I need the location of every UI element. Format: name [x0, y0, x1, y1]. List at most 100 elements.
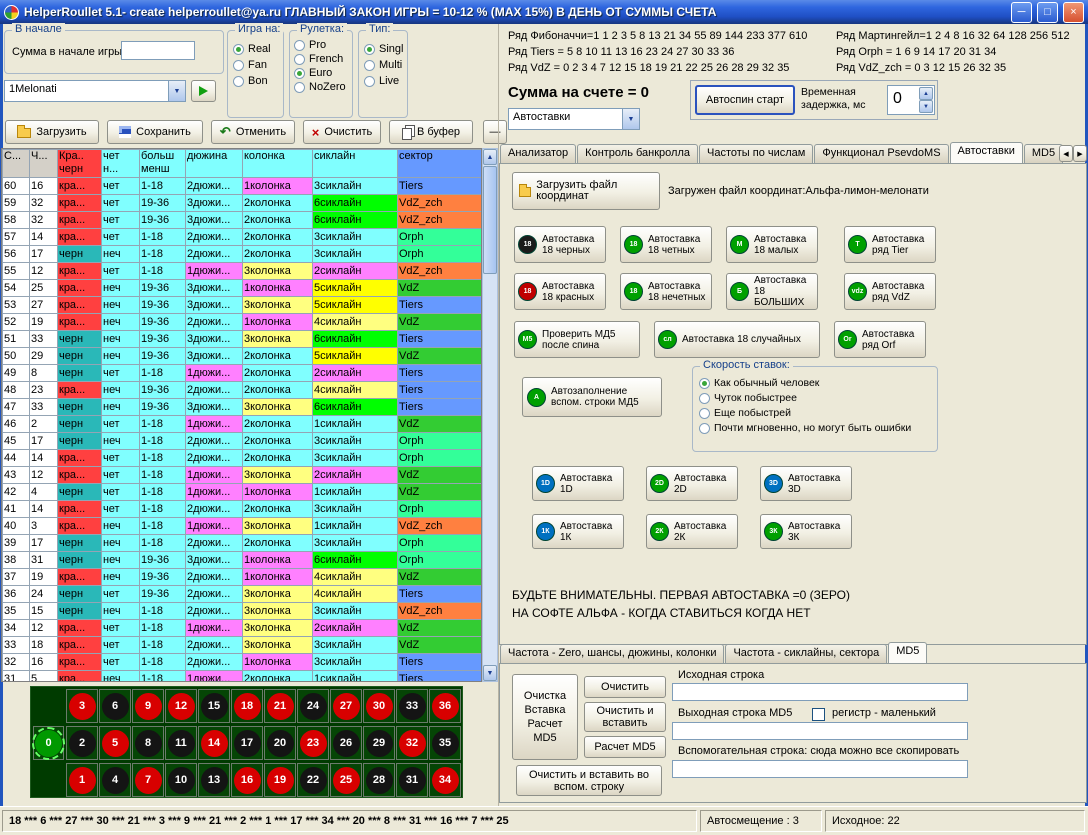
output-string-input[interactable]: [672, 722, 968, 740]
md5-calc-button[interactable]: Расчет MD5: [584, 736, 666, 758]
stake-button[interactable]: слАвтоставка 18 случайных: [654, 321, 820, 358]
stake-button[interactable]: 2DАвтоставка 2D: [646, 466, 738, 501]
stake-button[interactable]: БАвтоставка 18 БОЛЬШИХ: [726, 273, 818, 310]
tab-Анализатор[interactable]: Анализатор: [500, 144, 576, 163]
tab-Частота - сиклайны, сектора[interactable]: Частота - сиклайны, сектора: [725, 644, 887, 663]
bet-number-9[interactable]: 9: [132, 689, 164, 723]
bet-number-29[interactable]: 29: [363, 726, 395, 760]
bet-number-28[interactable]: 28: [363, 763, 395, 797]
tab-Частоты по числам[interactable]: Частоты по числам: [699, 144, 813, 163]
auxiliary-string-input[interactable]: [672, 760, 968, 778]
table-scrollbar[interactable]: ▲ ▼: [482, 148, 498, 682]
save-button[interactable]: Сохранить: [107, 120, 203, 144]
bet-number-30[interactable]: 30: [363, 689, 395, 723]
bet-number-8[interactable]: 8: [132, 726, 164, 760]
clear-button[interactable]: ×Очистить: [303, 120, 381, 144]
tab-MD5[interactable]: MD5: [888, 642, 927, 663]
start-button[interactable]: [191, 80, 216, 102]
bet-number-31[interactable]: 31: [396, 763, 428, 797]
stake-button[interactable]: MАвтоставка 18 малых: [726, 226, 818, 263]
stake-button[interactable]: OrАвтоставка ряд Orf: [834, 321, 926, 358]
scrollbar-thumb[interactable]: [483, 166, 497, 274]
bet-number-18[interactable]: 18: [231, 689, 263, 723]
load-coordinates-button[interactable]: Загрузить файл координат: [512, 172, 660, 210]
bet-number-5[interactable]: 5: [99, 726, 131, 760]
source-string-input[interactable]: [672, 683, 968, 701]
radio-Multi[interactable]: Multi: [364, 59, 402, 71]
bet-number-10[interactable]: 10: [165, 763, 197, 797]
md5-clear-paste-button[interactable]: Очистить и вставить: [584, 702, 666, 732]
spin-down-icon[interactable]: ▼: [919, 100, 933, 113]
bet-number-13[interactable]: 13: [198, 763, 230, 797]
tab-scroll-right-icon[interactable]: ▶: [1073, 145, 1087, 162]
bet-number-21[interactable]: 21: [264, 689, 296, 723]
bet-number-6[interactable]: 6: [99, 689, 131, 723]
radio-Еще побыстрей[interactable]: Еще побыстрей: [699, 407, 931, 419]
radio-Live[interactable]: Live: [364, 75, 402, 87]
tab-MD5[interactable]: MD5: [1024, 144, 1063, 163]
radio-Real[interactable]: Real: [233, 43, 278, 55]
close-button[interactable]: ×: [1063, 2, 1084, 23]
lowercase-checkbox[interactable]: [812, 708, 825, 721]
bet-number-1[interactable]: 1: [66, 763, 98, 797]
scroll-up-icon[interactable]: ▲: [483, 149, 497, 165]
bet-number-25[interactable]: 25: [330, 763, 362, 797]
radio-Singl[interactable]: Singl: [364, 43, 402, 55]
stake-button[interactable]: 2КАвтоставка 2К: [646, 514, 738, 549]
stake-button[interactable]: vdzАвтоставка ряд VdZ: [844, 273, 936, 310]
bet-number-0[interactable]: 0: [33, 726, 64, 760]
minimize-button[interactable]: ─: [1011, 2, 1032, 23]
bet-number-19[interactable]: 19: [264, 763, 296, 797]
stake-button[interactable]: 18Автоставка 18 красных: [514, 273, 606, 310]
stake-button[interactable]: 3КАвтоставка 3К: [760, 514, 852, 549]
spin-up-icon[interactable]: ▲: [919, 87, 933, 100]
load-button[interactable]: Загрузить: [5, 120, 99, 144]
tab-Автоставки[interactable]: Автоставки: [950, 142, 1023, 163]
start-sum-input[interactable]: [121, 41, 195, 60]
stake-button[interactable]: 18Автоставка 18 нечетных: [620, 273, 712, 310]
stake-button[interactable]: 18Автоставка 18 четных: [620, 226, 712, 263]
bet-number-15[interactable]: 15: [198, 689, 230, 723]
radio-Чуток побыстрее[interactable]: Чуток побыстрее: [699, 392, 931, 404]
autofill-md5-button[interactable]: A Автозаполнение вспом. строки МД5: [522, 377, 662, 417]
maximize-button[interactable]: □: [1037, 2, 1058, 23]
radio-French[interactable]: French: [294, 53, 348, 65]
profile-select[interactable]: 1Melonati ▼: [4, 80, 186, 102]
bet-number-23[interactable]: 23: [297, 726, 329, 760]
delay-spinner[interactable]: 0 ▲ ▼: [887, 85, 935, 115]
radio-Pro[interactable]: Pro: [294, 39, 348, 51]
bet-number-11[interactable]: 11: [165, 726, 197, 760]
bet-number-20[interactable]: 20: [264, 726, 296, 760]
stake-button[interactable]: М5Проверить МД5 после спина: [514, 321, 640, 358]
stake-button[interactable]: TАвтоставка ряд Tier: [844, 226, 936, 263]
stake-button[interactable]: 18Автоставка 18 черных: [514, 226, 606, 263]
collapse-button[interactable]: —: [483, 120, 507, 144]
radio-NoZero[interactable]: NoZero: [294, 81, 348, 93]
tab-scroll-left-icon[interactable]: ◀: [1059, 145, 1073, 162]
bet-number-14[interactable]: 14: [198, 726, 230, 760]
stake-button[interactable]: 1КАвтоставка 1К: [532, 514, 624, 549]
bet-number-27[interactable]: 27: [330, 689, 362, 723]
bet-number-33[interactable]: 33: [396, 689, 428, 723]
stake-button[interactable]: 1DАвтоставка 1D: [532, 466, 624, 501]
autospin-start-button[interactable]: Автоспин старт: [695, 85, 795, 115]
bet-number-7[interactable]: 7: [132, 763, 164, 797]
tab-Функционал PsevdoMS[interactable]: Функционал PsevdoMS: [814, 144, 948, 163]
bet-number-26[interactable]: 26: [330, 726, 362, 760]
bet-number-4[interactable]: 4: [99, 763, 131, 797]
autostakes-select[interactable]: Автоставки ▼: [508, 108, 640, 130]
radio-Bon[interactable]: Bon: [233, 75, 278, 87]
radio-Как обычный человек[interactable]: Как обычный человек: [699, 377, 931, 389]
bet-number-2[interactable]: 2: [66, 726, 98, 760]
bet-number-32[interactable]: 32: [396, 726, 428, 760]
md5-clear-button[interactable]: Очистить: [584, 676, 666, 698]
tab-Контроль банкролла[interactable]: Контроль банкролла: [577, 144, 698, 163]
scroll-down-icon[interactable]: ▼: [483, 665, 497, 681]
stake-button[interactable]: 3DАвтоставка 3D: [760, 466, 852, 501]
tab-Частота - Zero, шансы, дюжины, колонки[interactable]: Частота - Zero, шансы, дюжины, колонки: [500, 644, 724, 663]
bet-number-12[interactable]: 12: [165, 689, 197, 723]
radio-Почти мгновенно, но могут быть ошибки[interactable]: Почти мгновенно, но могут быть ошибки: [699, 422, 931, 434]
radio-Euro[interactable]: Euro: [294, 67, 348, 79]
md5-all-in-one-button[interactable]: Очистка Вставка Расчет MD5: [512, 674, 578, 760]
bet-number-35[interactable]: 35: [429, 726, 461, 760]
